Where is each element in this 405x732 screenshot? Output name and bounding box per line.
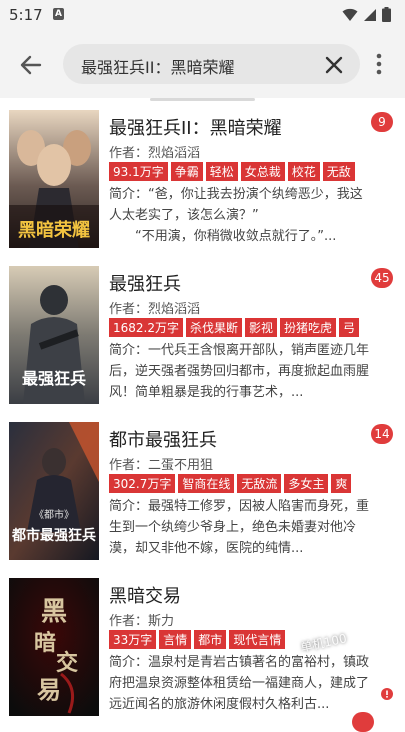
tag-word-count: 93.1万字 [109,162,168,181]
tag: 爽 [331,474,352,493]
tag: 言情 [159,630,192,649]
search-query-text[interactable]: 最强狂兵II：黑暗荣耀 [81,54,234,78]
book-intro: 简介：“爸，你让我去扮演个纨绔恶少，我这人太老实了，该怎么演？” “不用演，你稍… [109,187,363,244]
tag: 智商在线 [178,474,235,493]
book-author: 作者：二蛋不用狙 [109,458,214,473]
book-cover[interactable]: 黑暗荣耀 [9,110,99,248]
book-cover[interactable]: 黑 暗 交 易 [9,578,99,716]
tag-word-count: 302.7万字 [109,474,176,493]
cover-title: 最强狂兵 [22,369,86,388]
status-bar: 5:17 A [0,0,405,30]
tag-word-count: 1682.2万字 [109,318,183,337]
book-cover[interactable]: 《都市》 都市最强狂兵 [9,422,99,560]
tag-word-count: 33万字 [109,630,157,649]
svg-text:交: 交 [56,650,78,676]
cover-art: 黑暗荣耀 [9,110,99,248]
tag: 扮猪吃虎 [280,318,337,337]
book-author: 作者：斯力 [109,614,175,629]
svg-text:易: 易 [37,675,61,704]
update-count-badge: 45 [371,268,393,288]
book-title[interactable]: 最强狂兵 [109,270,181,296]
cover-art: 《都市》 都市最强狂兵 [9,422,99,560]
close-icon[interactable] [324,55,344,75]
status-time: 5:17 [9,6,43,24]
book-title[interactable]: 都市最强狂兵 [109,426,217,452]
tag: 校花 [287,162,320,181]
search-input[interactable]: 最强狂兵II：黑暗荣耀 [63,44,360,84]
tag: 轻松 [205,162,238,181]
next-item-badge [352,712,374,732]
book-tags: 93.1万字 争霸 轻松 女总裁 校花 无敌 [109,162,367,181]
tag: 无敌 [322,162,355,181]
cover-art: 黑 暗 交 易 [9,578,99,716]
book-intro: 简介：最强特工修罗，因被人陷害而身死，重生到一个纨绔少爷身上，绝色未婚妻对他冷漠… [109,499,369,556]
book-item[interactable]: 黑暗荣耀 最强狂兵II：黑暗荣耀 9 作者：烈焰滔滔 93.1万字 争霸 轻松 女总裁… [0,100,405,256]
more-vert-icon[interactable] [372,52,386,76]
tag: 争霸 [170,162,203,181]
book-intro: 简介：温泉村是青岩古镇著名的富裕村，镇政府把温泉资源整体租赁给一福建商人，建成了… [109,655,369,712]
tag: 影视 [245,318,278,337]
book-tags: 302.7万字 智商在线 无敌流 多女主爽 [109,474,367,493]
book-item[interactable]: 《都市》 都市最强狂兵 都市最强狂兵 14 作者：二蛋不用狙 302.7万字 智商… [0,412,405,568]
tag: 无敌流 [237,474,282,493]
book-title[interactable]: 黑暗交易 [109,582,181,608]
book-author: 作者：烈焰滔滔 [109,302,201,317]
book-cover[interactable]: 最强狂兵 [9,266,99,404]
tag: 女总裁 [240,162,285,181]
book-tags: 1682.2万字 杀伐果断 影视 扮猪吃虎弓 [109,318,367,337]
back-arrow-icon[interactable] [16,50,46,80]
battery-icon [382,7,391,22]
notification-a-icon: A [53,8,64,20]
tag: 现代言情 [229,630,286,649]
update-count-badge: 9 [371,112,393,132]
book-intro: 简介：一代兵王含恨离开部队，销声匿迹几年后，逆天强者强势回归都市，再度掀起血雨腥… [109,343,369,400]
tag: 杀伐果断 [186,318,243,337]
svg-text:暗: 暗 [34,630,56,656]
info-icon [381,688,393,700]
tag: 弓 [339,318,360,337]
cover-art: 最强狂兵 [9,266,99,404]
book-title[interactable]: 最强狂兵II：黑暗荣耀 [109,114,282,140]
book-author: 作者：烈焰滔滔 [109,146,201,161]
tag: 都市 [194,630,227,649]
svg-text:黑: 黑 [41,597,67,627]
tag: 多女主 [284,474,329,493]
svg-text:《都市》: 《都市》 [34,508,74,521]
cover-title: 都市最强狂兵 [11,527,96,544]
book-item[interactable]: 最强狂兵 最强狂兵 45 作者：烈焰滔滔 1682.2万字 杀伐果断 影视 扮猪吃虎弓… [0,256,405,412]
update-count-badge: 14 [371,424,393,444]
signal-icon [364,8,376,21]
cover-title: 黑暗荣耀 [18,219,90,241]
status-icons [342,7,391,22]
search-app-bar: 最强狂兵II：黑暗荣耀 [0,30,405,98]
wifi-icon [342,8,358,21]
